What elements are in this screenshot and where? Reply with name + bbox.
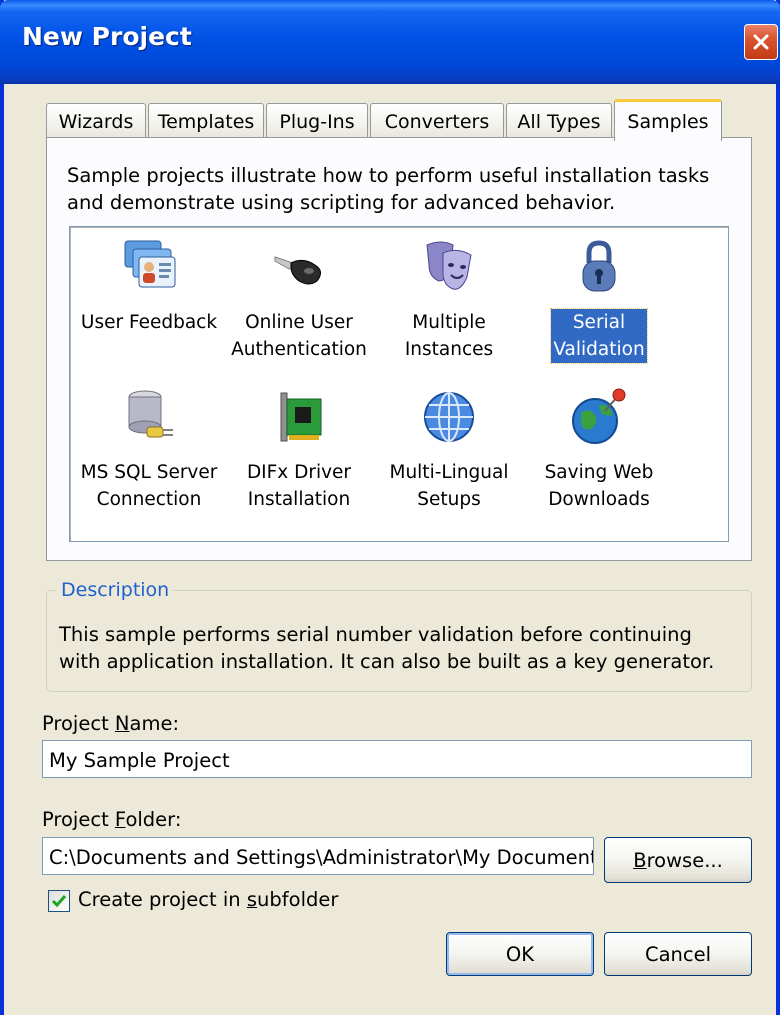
create-subfolder-label[interactable]: Create project in subfolder <box>78 888 338 911</box>
browse-mnemonic: B <box>633 848 647 872</box>
sample-label-text: Multi-Lingual Setups <box>389 462 509 510</box>
description-text: This sample performs serial number valid… <box>59 623 715 673</box>
label-part: ame: <box>129 712 180 735</box>
close-icon <box>753 34 769 50</box>
label-mnemonic: N <box>114 712 130 735</box>
sample-label-text: Online User Authentication <box>231 312 367 360</box>
circuit-card-icon <box>280 392 322 442</box>
create-subfolder-checkbox[interactable] <box>48 890 70 912</box>
globe-icon <box>424 392 474 442</box>
sample-label-text: DIFx Driver Installation <box>246 462 352 510</box>
sample-user-feedback[interactable]: User Feedback <box>74 237 224 377</box>
tab-samples[interactable]: Samples <box>614 99 722 141</box>
sample-difx-driver-installation[interactable]: DIFx Driver Installation <box>224 387 374 527</box>
label-mnemonic: s <box>246 888 258 911</box>
new-project-dialog: New Project Wizards Templates Plug-Ins C… <box>0 0 780 1015</box>
project-name-input[interactable]: My Sample Project <box>42 740 752 778</box>
sample-label: MS SQL Server Connection <box>74 459 224 513</box>
label-part: Project <box>42 712 115 735</box>
sample-label: Multiple Instances <box>374 309 524 363</box>
label-part: Project <box>42 808 115 831</box>
tab-label: All Types <box>517 110 601 133</box>
sample-multiple-instances[interactable]: Multiple Instances <box>374 237 524 377</box>
sample-label: Online User Authentication <box>224 309 374 363</box>
label-part: older: <box>125 808 182 831</box>
globe-pin-icon <box>572 388 626 444</box>
title-bar[interactable]: New Project <box>0 0 780 84</box>
sample-label-text: MS SQL Server Connection <box>80 462 218 510</box>
key-icon <box>274 256 321 285</box>
browse-button[interactable]: Browse... <box>604 837 752 883</box>
project-folder-input[interactable]: C:\Documents and Settings\Administrator\… <box>42 837 594 875</box>
sample-label: User Feedback <box>74 309 224 336</box>
sample-label: Serial Validation <box>524 308 674 364</box>
user-cards-icon <box>124 240 176 288</box>
samples-intro-text: Sample projects illustrate how to perfor… <box>67 164 710 214</box>
browse-label: rowse... <box>646 848 723 872</box>
sample-label-text: Serial Validation <box>550 308 648 364</box>
sample-saving-web-downloads[interactable]: Saving Web Downloads <box>524 387 674 527</box>
tab-label: Plug-Ins <box>279 110 355 133</box>
sample-label: Saving Web Downloads <box>524 459 674 513</box>
label-part: Create project in <box>78 888 247 911</box>
ok-button[interactable]: OK <box>446 932 594 976</box>
tab-templates[interactable]: Templates <box>148 103 264 139</box>
samples-tab-panel: Sample projects illustrate how to perfor… <box>46 137 752 561</box>
tab-plug-ins[interactable]: Plug-Ins <box>266 103 368 139</box>
sample-label-text: User Feedback <box>80 312 218 333</box>
samples-list[interactable]: User Feedback Online User Authentication <box>69 226 729 542</box>
sample-online-user-authentication[interactable]: Online User Authentication <box>224 237 374 377</box>
description-legend: Description <box>57 579 174 601</box>
tab-label: Templates <box>157 110 255 133</box>
tab-label: Converters <box>384 110 490 133</box>
label-part: ubfolder <box>257 888 339 911</box>
label-mnemonic: F <box>114 808 126 831</box>
tab-all-types[interactable]: All Types <box>506 103 612 139</box>
project-name-label: Project Name: <box>42 712 179 735</box>
tab-label: Samples <box>627 110 709 133</box>
close-button[interactable] <box>744 24 778 60</box>
sample-label-text: Multiple Instances <box>404 312 494 360</box>
sample-multi-lingual-setups[interactable]: Multi-Lingual Setups <box>374 387 524 527</box>
sample-label: DIFx Driver Installation <box>224 459 374 513</box>
project-folder-label: Project Folder: <box>42 808 181 831</box>
theater-masks-icon <box>426 241 472 290</box>
cancel-button[interactable]: Cancel <box>604 932 752 976</box>
tab-label: Wizards <box>58 110 134 133</box>
sample-serial-validation[interactable]: Serial Validation <box>524 237 674 377</box>
sample-label: Multi-Lingual Setups <box>374 459 524 513</box>
tab-wizards[interactable]: Wizards <box>46 103 146 139</box>
checkmark-icon <box>51 895 67 908</box>
padlock-icon <box>582 240 616 292</box>
sample-label-text: Saving Web Downloads <box>544 462 654 510</box>
description-group: Description This sample performs serial … <box>46 579 752 692</box>
sample-ms-sql-server-connection[interactable]: MS SQL Server Connection <box>74 387 224 527</box>
window-title: New Project <box>22 22 192 51</box>
database-plug-icon <box>128 390 173 438</box>
tab-converters[interactable]: Converters <box>370 103 504 139</box>
